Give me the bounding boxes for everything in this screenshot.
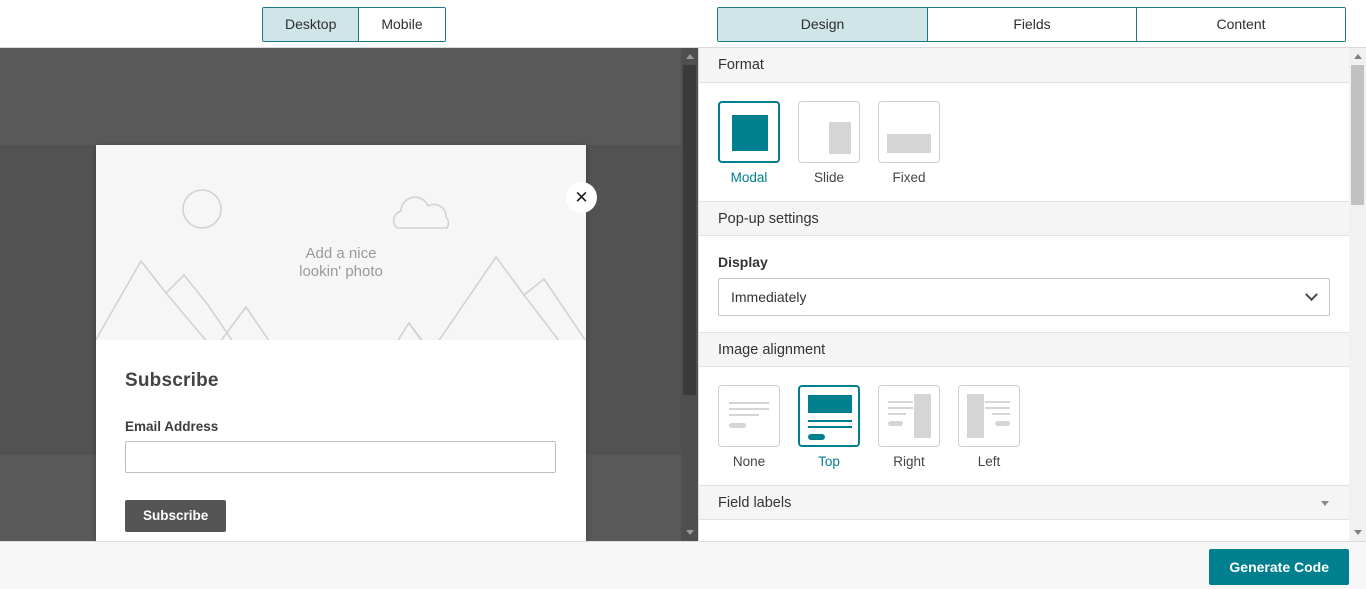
top-bar: Desktop Mobile Design Fields Content: [0, 0, 1366, 48]
scroll-up-icon[interactable]: [1349, 48, 1366, 65]
fixed-glyph-icon: [878, 101, 940, 163]
footer-bar: Generate Code: [698, 541, 1366, 589]
section-header-image-alignment: Image alignment: [699, 332, 1349, 367]
modal-form: Subscribe Email Address Subscribe: [96, 340, 586, 532]
format-option-modal[interactable]: Modal: [718, 101, 780, 185]
alignment-option-left[interactable]: Left: [958, 385, 1020, 469]
landscape-placeholder-icon: [96, 145, 586, 340]
format-option-fixed[interactable]: Fixed: [878, 101, 940, 185]
format-option-slide[interactable]: Slide: [798, 101, 860, 185]
popup-preview-area: Add a nice lookin' photo Subscribe Email…: [0, 48, 697, 541]
design-settings-panel: Format Modal Slide Fixed Pop-up settings: [698, 48, 1349, 541]
alignment-option-none[interactable]: None: [718, 385, 780, 469]
section-header-popup-settings: Pop-up settings: [699, 201, 1349, 236]
display-field-group: Display Immediately: [718, 254, 1330, 316]
placeholder-line-1: Add a nice: [306, 245, 377, 262]
section-header-format: Format: [699, 48, 1349, 83]
footer-left-area: [0, 541, 698, 589]
scroll-up-icon[interactable]: [681, 48, 698, 65]
alignment-option-right-label: Right: [878, 454, 940, 469]
format-option-slide-label: Slide: [798, 170, 860, 185]
subscribe-submit-button[interactable]: Subscribe: [125, 500, 226, 532]
modal-title: Subscribe: [125, 370, 557, 392]
panel-scrollbar-thumb[interactable]: [1351, 65, 1364, 205]
modal-glyph-icon: [718, 101, 780, 163]
alignment-option-none-label: None: [718, 454, 780, 469]
tab-content[interactable]: Content: [1136, 8, 1345, 41]
tab-design[interactable]: Design: [718, 8, 927, 41]
scroll-down-icon[interactable]: [681, 524, 698, 541]
panel-tab-group: Design Fields Content: [717, 7, 1346, 42]
align-top-glyph-icon: [798, 385, 860, 447]
email-field-label: Email Address: [125, 419, 557, 434]
tab-fields[interactable]: Fields: [927, 8, 1136, 41]
panel-scrollbar-track[interactable]: [1349, 65, 1366, 524]
alignment-option-top-label: Top: [798, 454, 860, 469]
display-select-wrap: Immediately: [718, 278, 1330, 316]
preview-scrollbar-thumb[interactable]: [683, 65, 696, 395]
device-toggle-mobile[interactable]: Mobile: [358, 8, 444, 41]
display-select[interactable]: Immediately: [718, 278, 1330, 316]
preview-modal: Add a nice lookin' photo Subscribe Email…: [96, 145, 586, 541]
app-root: Desktop Mobile Design Fields Content: [0, 0, 1366, 589]
alignment-option-top[interactable]: Top: [798, 385, 860, 469]
alignment-option-right[interactable]: Right: [878, 385, 940, 469]
align-none-glyph-icon: [718, 385, 780, 447]
alignment-option-left-label: Left: [958, 454, 1020, 469]
section-header-field-labels[interactable]: Field labels: [699, 485, 1349, 520]
image-alignment-body: None Top: [699, 367, 1349, 485]
preview-scrollbar-track[interactable]: [681, 65, 698, 524]
placeholder-line-2: lookin' photo: [299, 263, 383, 280]
device-toggle-desktop[interactable]: Desktop: [263, 8, 358, 41]
scroll-down-icon[interactable]: [1349, 524, 1366, 541]
email-input[interactable]: [125, 441, 556, 473]
section-header-field-labels-text: Field labels: [718, 495, 791, 511]
format-option-modal-label: Modal: [718, 170, 780, 185]
preview-scrollbar[interactable]: [681, 48, 698, 541]
close-icon[interactable]: ✕: [566, 182, 597, 213]
popup-settings-body: Display Immediately: [699, 236, 1349, 332]
format-option-fixed-label: Fixed: [878, 170, 940, 185]
align-right-glyph-icon: [878, 385, 940, 447]
slide-glyph-icon: [798, 101, 860, 163]
image-alignment-option-group: None Top: [718, 385, 1330, 469]
image-placeholder-text: Add a nice lookin' photo: [96, 245, 586, 281]
display-field-label: Display: [718, 254, 1330, 270]
panel-scrollbar[interactable]: [1349, 48, 1366, 541]
modal-image-placeholder[interactable]: Add a nice lookin' photo: [96, 145, 586, 340]
device-preview-toggle: Desktop Mobile: [262, 7, 446, 42]
generate-code-button[interactable]: Generate Code: [1209, 549, 1349, 585]
format-section-body: Modal Slide Fixed: [699, 83, 1349, 201]
caret-down-icon: [1321, 501, 1329, 506]
align-left-glyph-icon: [958, 385, 1020, 447]
format-option-group: Modal Slide Fixed: [718, 101, 1330, 185]
